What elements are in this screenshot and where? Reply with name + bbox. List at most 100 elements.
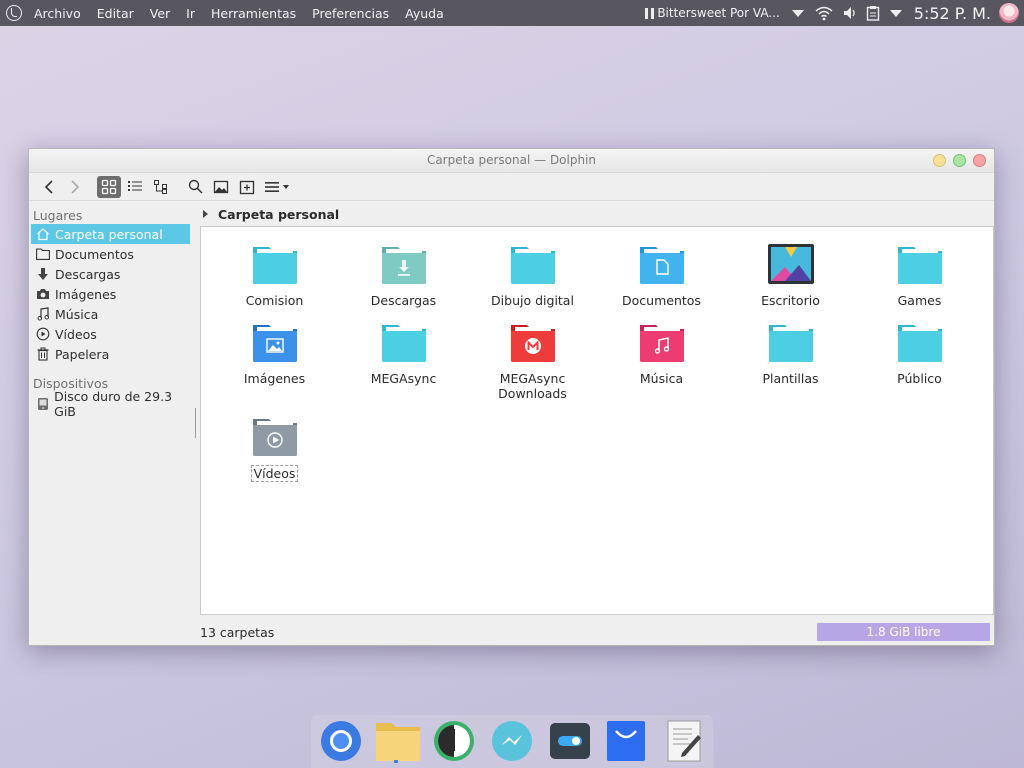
folder-icon (510, 247, 555, 284)
music-note-icon (35, 306, 51, 322)
back-button[interactable] (37, 176, 61, 198)
file-name: Escritorio (761, 293, 820, 308)
details-view-button[interactable] (123, 176, 147, 198)
file-name: MEGAsync Downloads (498, 371, 567, 401)
clock[interactable]: 5:52 P. M. (914, 4, 991, 23)
file-name: Comision (245, 293, 304, 308)
places-panel: Lugares Carpeta personal Documentos Desc… (29, 202, 196, 616)
file-name: Público (897, 371, 942, 386)
sidebar-item-label: Documentos (55, 246, 134, 262)
file-item-megasync[interactable]: MEGAsync (339, 319, 468, 386)
menu-preferencias[interactable]: Preferencias (312, 6, 389, 21)
media-dropdown-icon[interactable] (791, 9, 804, 17)
sidebar-item-carpeta-personal[interactable]: Carpeta personal (31, 224, 190, 244)
folder-download-icon (381, 247, 426, 284)
folder-pictures-icon (252, 325, 297, 362)
file-item-escritorio[interactable]: Escritorio (726, 241, 855, 308)
split-view-icon[interactable] (235, 176, 259, 198)
file-name: Descargas (370, 293, 437, 308)
chromium-icon[interactable] (319, 719, 363, 763)
sidebar-item-label: Carpeta personal (55, 226, 163, 242)
menu-ayuda[interactable]: Ayuda (405, 6, 444, 21)
panel-splitter[interactable] (195, 408, 196, 438)
audio-player-icon[interactable] (432, 719, 476, 763)
running-indicator (394, 760, 398, 763)
sidebar-item-label: Música (55, 306, 99, 322)
folder-documents-icon (639, 247, 684, 284)
sidebar-item-descargas[interactable]: Descargas (31, 264, 190, 284)
download-icon (35, 266, 51, 282)
sidebar-item-papelera[interactable]: Papelera (31, 344, 190, 364)
system-tray: Bittersweet Por VA... 5:52 P. M. (645, 0, 1024, 26)
media-indicator[interactable]: Bittersweet Por VA... (645, 6, 780, 20)
sidebar-item-imagenes[interactable]: Imágenes (31, 284, 190, 304)
file-name: Games (897, 293, 942, 308)
sidebar-item-label: Imágenes (55, 286, 117, 302)
maximize-button[interactable] (953, 154, 966, 167)
places-header: Lugares (33, 208, 83, 223)
volume-icon[interactable] (842, 5, 858, 21)
menu-herramientas[interactable]: Herramientas (211, 6, 296, 21)
file-item-videos[interactable]: Vídeos (210, 413, 339, 482)
file-item-megasync-downloads[interactable]: MEGAsync Downloads (468, 319, 597, 401)
wifi-icon[interactable] (814, 5, 834, 21)
sidebar-item-label: Descargas (55, 266, 121, 282)
folder-icon (381, 325, 426, 362)
file-name: MEGAsync (370, 371, 437, 386)
files-icon[interactable] (374, 719, 420, 763)
file-name: Imágenes (243, 371, 306, 386)
settings-toggle-icon[interactable] (548, 719, 592, 763)
sidebar-item-documentos[interactable]: Documentos (31, 244, 190, 264)
icons-view-button[interactable] (97, 175, 121, 198)
file-name: Música (639, 371, 684, 386)
close-button[interactable] (973, 154, 986, 167)
file-item-musica[interactable]: Música (597, 319, 726, 386)
free-space-indicator[interactable]: 1.8 GiB libre (817, 623, 990, 641)
messenger-icon[interactable] (490, 719, 534, 763)
folder-music-icon (639, 325, 684, 362)
minimize-button[interactable] (933, 154, 946, 167)
file-item-games[interactable]: Games (855, 241, 984, 308)
user-avatar[interactable] (999, 3, 1019, 23)
menu-archivo[interactable]: Archivo (34, 6, 81, 21)
breadcrumb-current[interactable]: Carpeta personal (218, 207, 339, 222)
store-bag-icon[interactable] (604, 719, 648, 763)
file-item-plantillas[interactable]: Plantillas (726, 319, 855, 386)
folder-icon (35, 246, 51, 262)
file-item-imagenes[interactable]: Imágenes (210, 319, 339, 386)
sidebar-item-disco-duro[interactable]: Disco duro de 29.3 GiB (31, 389, 190, 419)
search-icon[interactable] (183, 176, 207, 198)
file-item-dibujo-digital[interactable]: Dibujo digital (468, 241, 597, 308)
titlebar[interactable]: Carpeta personal — Dolphin (29, 149, 994, 173)
clipboard-icon[interactable] (866, 5, 880, 21)
menu-ir[interactable]: Ir (186, 6, 195, 21)
breadcrumb[interactable]: Carpeta personal (200, 202, 994, 226)
sidebar-item-videos[interactable]: Vídeos (31, 324, 190, 344)
camera-icon (35, 286, 51, 302)
sidebar-item-musica[interactable]: Música (31, 304, 190, 324)
text-editor-icon[interactable] (662, 719, 706, 763)
file-name: Plantillas (762, 371, 819, 386)
menu-editar[interactable]: Editar (97, 6, 134, 21)
hamburger-menu-icon[interactable] (261, 176, 295, 198)
file-view[interactable]: Comision Descargas Dibujo digital Docume… (200, 226, 994, 615)
window-title: Carpeta personal — Dolphin (426, 153, 597, 167)
tree-view-button[interactable] (149, 176, 173, 198)
file-item-descargas[interactable]: Descargas (339, 241, 468, 308)
status-bar: 13 carpetas 1.8 GiB libre (200, 623, 994, 641)
preview-icon[interactable] (209, 176, 233, 198)
file-name: Documentos (622, 293, 701, 308)
menu-ver[interactable]: Ver (150, 6, 170, 21)
file-item-publico[interactable]: Público (855, 319, 984, 386)
app-launcher-icon[interactable] (6, 5, 22, 21)
tray-expand-icon[interactable] (889, 9, 902, 17)
file-item-documentos[interactable]: Documentos (597, 241, 726, 308)
dolphin-window: Carpeta personal — Dolphin Lugares Carpe… (28, 148, 995, 646)
trash-icon (35, 346, 51, 362)
sidebar-item-label: Vídeos (55, 326, 97, 342)
chevron-right-icon[interactable] (203, 210, 208, 218)
forward-button[interactable] (63, 176, 87, 198)
folder-mega-icon (510, 325, 555, 362)
file-item-comision[interactable]: Comision (210, 241, 339, 308)
folder-icon (897, 247, 942, 284)
